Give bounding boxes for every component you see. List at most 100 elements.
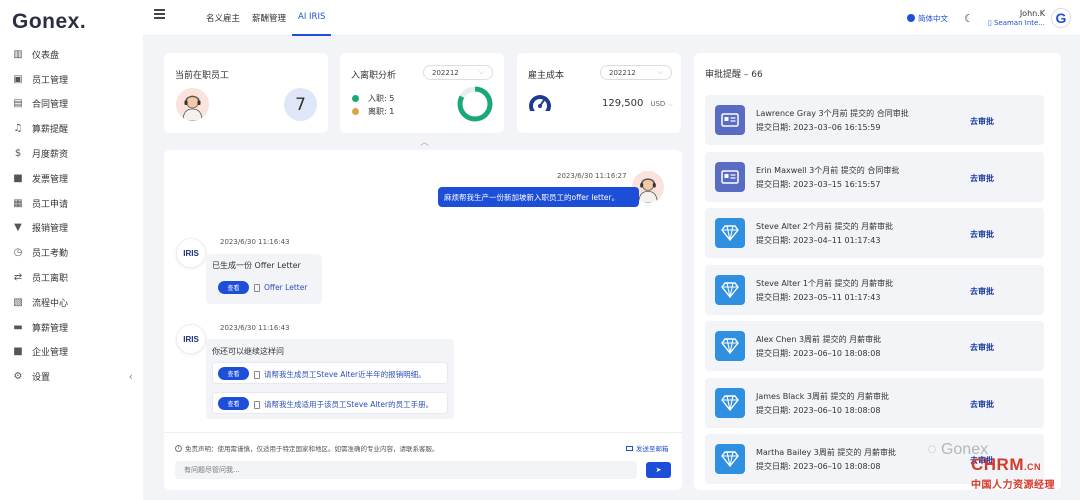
sidebar-item-9[interactable]: ⇄ 员工离职 xyxy=(0,265,143,290)
suggestion-link[interactable]: 请帮我生成员工Steve Alter近半年的报销明细。 xyxy=(254,369,426,380)
go-approve-button[interactable]: 去审批 xyxy=(970,229,994,240)
document-icon: ▤ xyxy=(13,98,23,110)
employee-count: 7 xyxy=(284,88,317,121)
sidebar-menu: ▥ 仪表盘 ▣ 员工管理 ▤ 合同管理 ♫ 算薪提醒 $ 月度薪资 ■ 发票管理 ▦ 员工申请 ▼ 报销管理 ◷… xyxy=(0,42,143,389)
view-suggestion-button[interactable]: 查看 xyxy=(218,367,249,380)
document-icon xyxy=(254,370,260,379)
approval-summary: Steve Alter 1个月前 提交的 月薪审批 xyxy=(756,279,894,288)
sidebar-item-label: 仪表盘 xyxy=(32,50,60,61)
leave-dot-icon xyxy=(352,108,359,115)
disclaimer-text: 免责声明：使用需谨慎，仅适用于特定国家和地区。如需准确的专业内容，请联系客服。 xyxy=(185,445,439,453)
sidebar-item-10[interactable]: ▧ 流程中心 xyxy=(0,290,143,315)
sidebar-item-label: 员工管理 xyxy=(32,75,69,86)
top-right-controls: 简体中文 ☾ John.K ▯ Seaman Inte... G xyxy=(906,0,1080,36)
building-small-icon: ▯ xyxy=(987,18,992,27)
chrm-text: CHRM xyxy=(971,455,1024,474)
building-icon: ■ xyxy=(13,346,23,358)
logo-text: Gonex xyxy=(12,10,80,33)
gear-icon: ⚙ xyxy=(13,371,23,383)
briefcase-icon: ■ xyxy=(13,172,23,184)
chevron-down-icon: ⌵ xyxy=(668,101,673,108)
cost-amount: 129,500 xyxy=(602,98,644,109)
approval-item: Alex Chen 3周前 提交的 月薪审批 提交日期: 2023–06–10 1… xyxy=(705,321,1044,371)
join-label: 入职: xyxy=(368,94,387,103)
offer-letter-link[interactable]: Offer Letter xyxy=(254,283,307,292)
dark-mode-toggle-icon[interactable]: ☾ xyxy=(964,12,974,25)
suggestion-link[interactable]: 请帮我生成适用于该员工Steve Alter的员工手册。 xyxy=(254,399,433,410)
sidebar-item-label: 员工申请 xyxy=(32,199,69,210)
view-suggestion-button[interactable]: 查看 xyxy=(218,397,249,410)
chrm-watermark: CHRM.CN xyxy=(971,455,1041,475)
user-info[interactable]: John.K ▯ Seaman Inte... xyxy=(988,9,1045,27)
chrm-cn-text: .CN xyxy=(1024,462,1041,472)
offer-letter-link-text: Offer Letter xyxy=(264,283,308,292)
speedometer-icon xyxy=(528,95,552,116)
tab-eor[interactable]: 名义雇主 xyxy=(200,0,246,36)
user-message-bubble: 麻烦帮我生产一份新加坡新入职员工的offer letter。 xyxy=(438,187,639,207)
cost-period-value: 202212 xyxy=(609,68,636,77)
hamburger-menu-icon[interactable] xyxy=(154,9,165,19)
go-approve-button[interactable]: 去审批 xyxy=(970,173,994,184)
gonex-logo[interactable]: Gonex. xyxy=(12,10,86,34)
bot-message-time: 2023/6/30 11:16:43 xyxy=(220,324,290,332)
sidebar-item-label: 算薪管理 xyxy=(32,323,69,334)
tab-payroll[interactable]: 薪酬管理 xyxy=(246,0,292,36)
approval-item: James Black 3周前 提交的 月薪审批 提交日期: 2023–06–10… xyxy=(705,378,1044,428)
sidebar-collapse-button[interactable]: ‹ xyxy=(129,370,133,383)
language-switcher[interactable]: 简体中文 xyxy=(906,13,948,24)
send-to-email-link[interactable]: 发送至邮箱 xyxy=(626,443,669,453)
sidebar-item-6[interactable]: ▦ 员工申请 xyxy=(0,191,143,216)
diamond-icon xyxy=(715,444,745,474)
approval-item: Steve Alter 1个月前 提交的 月薪审批 提交日期: 2023–05–1… xyxy=(705,265,1044,315)
collapse-up-icon[interactable]: ︿ xyxy=(420,135,429,148)
sidebar-item-8[interactable]: ◷ 员工考勤 xyxy=(0,240,143,265)
user-avatar[interactable]: G xyxy=(1051,8,1071,28)
sidebar-item-0[interactable]: ▥ 仪表盘 xyxy=(0,42,143,67)
iris-bot-avatar: IRIS xyxy=(176,324,206,354)
approval-date: 提交日期: 2023–06–10 18:08:08 xyxy=(756,406,881,415)
dollar-icon: $ xyxy=(14,148,22,160)
go-approve-button[interactable]: 去审批 xyxy=(970,286,994,297)
go-approve-button[interactable]: 去审批 xyxy=(970,342,994,353)
diamond-icon xyxy=(715,331,745,361)
turnover-ring-chart xyxy=(457,86,493,122)
bot-message-time: 2023/6/30 11:16:43 xyxy=(220,238,290,246)
cost-period-select[interactable]: 202212 ⌵ xyxy=(600,65,672,80)
suggestion-text: 请帮我生成适用于该员工Steve Alter的员工手册。 xyxy=(264,400,434,409)
chat-input[interactable] xyxy=(175,461,637,479)
sidebar-item-2[interactable]: ▤ 合同管理 xyxy=(0,92,143,117)
go-approve-button[interactable]: 去审批 xyxy=(970,399,994,410)
sidebar-item-1[interactable]: ▣ 员工管理 xyxy=(0,67,143,92)
approval-date: 提交日期: 2023–06–10 18:08:08 xyxy=(756,349,881,358)
join-value: 5 xyxy=(389,94,395,103)
contract-icon xyxy=(715,162,745,192)
approval-date: 提交日期: 2023–04–11 01:17:43 xyxy=(756,236,881,245)
diamond-icon xyxy=(715,218,745,248)
turnover-period-select[interactable]: 202212 ⌵ xyxy=(423,65,493,80)
sidebar-item-13[interactable]: ⚙ 设置 xyxy=(0,364,143,389)
approval-date: 提交日期: 2023–03–06 16:15:59 xyxy=(756,123,881,132)
calendar-icon: ▧ xyxy=(13,296,23,308)
approval-summary: Martha Bailey 3周前 提交的 月薪审批 xyxy=(756,448,896,457)
view-offer-button[interactable]: 查看 xyxy=(218,281,249,294)
turnover-card-title: 入离职分析 xyxy=(351,71,397,81)
send-button[interactable]: ➤ xyxy=(646,462,671,478)
sidebar-item-3[interactable]: ♫ 算薪提醒 xyxy=(0,116,143,141)
currency-select[interactable]: USD xyxy=(650,100,665,108)
sidebar-item-7[interactable]: ▼ 报销管理 xyxy=(0,216,143,241)
cost-value: 129,500 USD ⌵ xyxy=(602,98,673,109)
sidebar-item-5[interactable]: ■ 发票管理 xyxy=(0,166,143,191)
sidebar-item-12[interactable]: ■ 企业管理 xyxy=(0,340,143,365)
top-tabs: 名义雇主 薪酬管理 AI IRIS xyxy=(200,0,332,36)
sidebar: Gonex. ▥ 仪表盘 ▣ 员工管理 ▤ 合同管理 ♫ 算薪提醒 $ 月度薪资 ■ 发票管理 ▦ 员工申… xyxy=(0,0,143,500)
go-approve-button[interactable]: 去审批 xyxy=(970,116,994,127)
diamond-icon xyxy=(715,388,745,418)
sidebar-item-label: 合同管理 xyxy=(32,100,69,111)
employees-card-title: 当前在职员工 xyxy=(175,71,230,81)
tab-ai-iris[interactable]: AI IRIS xyxy=(292,0,332,36)
leave-label: 离职: xyxy=(368,107,387,116)
top-bar: 名义雇主 薪酬管理 AI IRIS 简体中文 ☾ John.K ▯ Seaman… xyxy=(143,0,1080,36)
sidebar-item-11[interactable]: ▬ 算薪管理 xyxy=(0,315,143,340)
info-icon: i xyxy=(175,444,182,452)
sidebar-item-4[interactable]: $ 月度薪资 xyxy=(0,141,143,166)
